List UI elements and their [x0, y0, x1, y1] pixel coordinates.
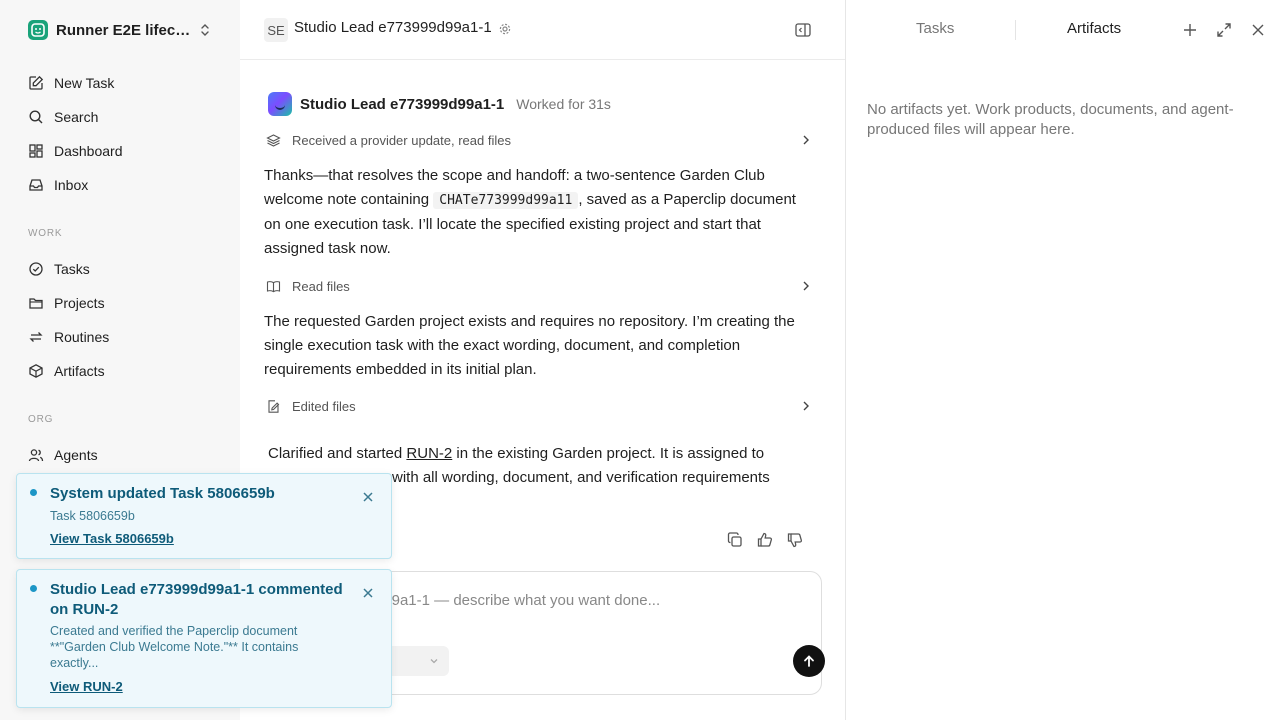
unread-dot — [30, 585, 37, 592]
users-icon — [28, 449, 44, 462]
nav-label: Search — [54, 109, 99, 125]
folder-icon — [29, 298, 43, 309]
chevron-down-icon — [430, 659, 438, 664]
chevron-right-icon — [803, 135, 809, 145]
agent-badge: SE — [264, 18, 288, 42]
nav-projects[interactable]: Projects — [28, 286, 109, 320]
repeat-icon — [29, 332, 43, 342]
dashboard-icon — [29, 144, 43, 158]
nav-label: Tasks — [54, 261, 90, 277]
message-paragraph-line: with all wording, document, and verifica… — [392, 469, 770, 486]
chevron-updown-icon — [200, 23, 210, 37]
step-edited-files[interactable]: Edited files — [266, 395, 812, 417]
nav-search[interactable]: Search — [28, 100, 123, 134]
message-header: Studio Lead e773999d99a1-1 Worked for 31… — [268, 92, 611, 116]
nav-label: Projects — [54, 295, 105, 311]
step-read-files[interactable]: Read files — [266, 275, 812, 297]
step-label: Read files — [292, 278, 350, 294]
layers-icon — [266, 133, 281, 147]
search-icon — [29, 110, 43, 124]
workspace-name: Runner E2E lifecycle — [56, 21, 192, 39]
nav-label: Agents — [54, 447, 98, 463]
nav-tasks[interactable]: Tasks — [28, 252, 109, 286]
artifacts-panel: Tasks Artifacts No artifacts yet. Work p… — [847, 0, 1280, 720]
check-circle-icon — [29, 262, 43, 276]
toast-notification: System updated Task 5806659b Task 580665… — [16, 473, 392, 559]
step-label: Edited files — [292, 398, 356, 414]
unread-dot — [30, 489, 37, 496]
tab-divider — [1015, 20, 1016, 40]
step-provider-update[interactable]: Received a provider update, read files — [266, 129, 812, 151]
face-logo-icon — [28, 20, 48, 40]
nav-new-task[interactable]: New Task — [28, 66, 123, 100]
nav-dashboard[interactable]: Dashboard — [28, 134, 123, 168]
copy-icon[interactable] — [726, 531, 744, 549]
message-paragraph: Clarified and started RUN-2 in the exist… — [268, 445, 765, 462]
inbox-icon — [29, 179, 43, 191]
message-paragraph: Thanks—that resolves the scope and hando… — [264, 167, 796, 257]
message-actions — [726, 531, 804, 549]
gear-icon[interactable] — [498, 22, 512, 36]
message-author: Studio Lead e773999d99a1-1 — [300, 95, 505, 113]
toast-link[interactable]: View Task 5806659b — [50, 531, 174, 546]
nav-agents[interactable]: Agents — [28, 438, 98, 472]
org-nav: Agents — [28, 438, 98, 472]
nav-label: Artifacts — [54, 363, 105, 379]
agent-title: Studio Lead e773999d99a1-1 — [294, 19, 492, 36]
toast-notification: Studio Lead e773999d99a1-1 commented on … — [16, 569, 392, 708]
chevron-right-icon — [803, 281, 809, 291]
main-nav: New Task Search Dashboard Inbox — [28, 66, 123, 202]
panel-tabs: Tasks Artifacts — [847, 0, 1280, 60]
empty-state-text: No artifacts yet. Work products, documen… — [867, 101, 1234, 138]
tab-artifacts[interactable]: Artifacts — [1067, 20, 1121, 37]
toast-title: Studio Lead e773999d99a1-1 commented on … — [50, 581, 343, 618]
section-label-work: WORK — [28, 228, 63, 239]
box-icon — [29, 364, 43, 378]
task-link-run-2[interactable]: RUN-2 — [406, 445, 452, 462]
workspace-switcher[interactable]: Runner E2E lifecycle — [28, 20, 210, 40]
thumbs-up-icon[interactable] — [756, 531, 774, 549]
nav-label: Dashboard — [54, 143, 123, 159]
toast-title: System updated Task 5806659b — [50, 485, 275, 502]
step-label: Received a provider update, read files — [292, 132, 511, 148]
message-meta: Worked for 31s — [516, 96, 611, 112]
arrow-up-icon — [804, 655, 814, 667]
thumbs-down-icon[interactable] — [786, 531, 804, 549]
chat-header: SE Studio Lead e773999d99a1-1 — [240, 0, 845, 60]
work-nav: Tasks Projects Routines Artifacts — [28, 252, 109, 388]
edit-icon — [29, 75, 44, 90]
book-open-icon — [266, 280, 281, 292]
nav-label: Inbox — [54, 177, 89, 193]
nav-inbox[interactable]: Inbox — [28, 168, 123, 202]
plus-icon[interactable] — [1181, 21, 1199, 39]
nav-artifacts[interactable]: Artifacts — [28, 354, 109, 388]
message-paragraph: The requested Garden project exists and … — [264, 313, 795, 378]
toast-link[interactable]: View RUN-2 — [50, 679, 123, 694]
close-icon[interactable] — [362, 491, 374, 503]
close-icon[interactable] — [362, 587, 374, 599]
nav-routines[interactable]: Routines — [28, 320, 109, 354]
expand-icon[interactable] — [1215, 21, 1233, 39]
close-icon[interactable] — [1249, 21, 1267, 39]
send-button[interactable] — [793, 645, 825, 677]
agent-avatar — [268, 92, 292, 116]
nav-label: Routines — [54, 329, 110, 345]
tab-tasks[interactable]: Tasks — [916, 20, 954, 37]
code-inline: CHATe773999d99a11 — [433, 192, 579, 209]
panel-toggle-icon[interactable] — [794, 21, 812, 39]
file-edit-icon — [268, 399, 280, 413]
toast-body: Task 5806659b — [50, 509, 135, 523]
chevron-right-icon — [803, 401, 809, 411]
toast-body: Created and verified the Paperclip docum… — [50, 624, 299, 670]
section-label-org: ORG — [28, 414, 54, 425]
nav-label: New Task — [54, 75, 115, 91]
